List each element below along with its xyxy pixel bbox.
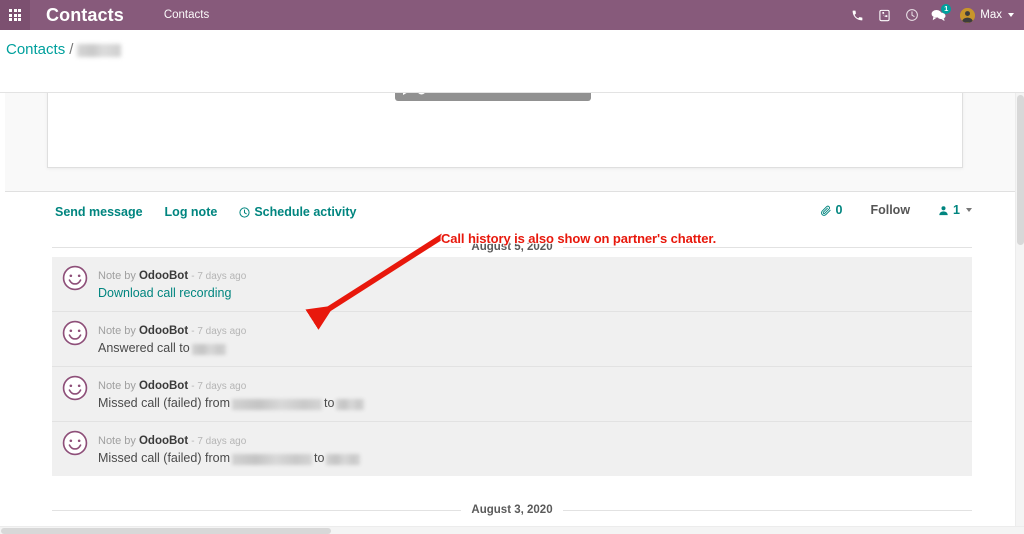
- recording-duration-cell: 0:00:07: [257, 93, 377, 96]
- audio-player[interactable]: -00:00: [395, 93, 591, 101]
- message-text: Download call recording: [98, 285, 246, 302]
- odoobot-avatar-icon: [62, 320, 88, 346]
- message-author: OdooBot: [138, 325, 189, 337]
- message-body: Note by OdooBot - 7 days ago Download ca…: [98, 265, 246, 302]
- chatter-right-actions: 0 Follow 1: [820, 203, 972, 217]
- message-body: Note by OdooBot - 7 days ago Missed call…: [98, 430, 362, 467]
- message-author: OdooBot: [138, 435, 189, 447]
- message-timestamp: - 7 days ago: [191, 381, 247, 392]
- odoobot-avatar-icon: [62, 265, 88, 291]
- play-icon[interactable]: [403, 93, 412, 95]
- chevron-down-icon: [966, 208, 972, 212]
- followers-count: 1: [953, 203, 960, 217]
- breadcrumb-current-record-redacted: [77, 44, 122, 57]
- message-text-mid: to: [313, 451, 325, 465]
- navbar-right-actions: 1 Max: [844, 0, 1024, 30]
- message-text-mid: to: [323, 396, 335, 410]
- messages-icon[interactable]: 1: [925, 0, 952, 30]
- message-item: Note by OdooBot - 7 days ago Download ca…: [52, 257, 972, 312]
- redacted-phone-number-from: [231, 399, 322, 410]
- message-text: Missed call (failed) from to: [98, 395, 366, 412]
- breadcrumb-separator: /: [69, 41, 74, 58]
- horizontal-scrollbar-thumb[interactable]: [1, 528, 331, 534]
- date-separator-label: August 3, 2020: [471, 504, 553, 516]
- message-list-aug5: Note by OdooBot - 7 days ago Download ca…: [52, 257, 972, 476]
- odoo-contacts-form-view: Contacts Contacts 1 Max Contacts / Send …: [0, 0, 1024, 534]
- recording-date-cell: 08/03/2020 20:49:19: [81, 93, 257, 96]
- app-brand-title: Contacts: [46, 4, 124, 25]
- message-body: Note by OdooBot - 7 days ago Missed call…: [98, 375, 366, 412]
- message-text-content: Missed call (failed) from: [98, 451, 230, 465]
- followers-button[interactable]: 1: [938, 203, 972, 217]
- vertical-scrollbar-thumb[interactable]: [1017, 95, 1024, 245]
- date-separator: August 3, 2020: [52, 500, 972, 520]
- message-header: Note by OdooBot - 7 days ago: [98, 435, 246, 447]
- message-prefix: Note by: [98, 325, 136, 337]
- message-prefix: Note by: [98, 380, 136, 392]
- chatter-action-buttons: Send message Log note Schedule activity: [55, 205, 356, 219]
- download-call-recording-link[interactable]: Download call recording: [98, 285, 231, 302]
- schedule-activity-button[interactable]: Schedule activity: [239, 205, 356, 219]
- message-author: OdooBot: [138, 270, 189, 282]
- nav-menu-contacts[interactable]: Contacts: [164, 9, 209, 21]
- user-name-label: Max: [980, 9, 1002, 21]
- message-body: Note by OdooBot - 7 days ago Answered ca…: [98, 320, 246, 357]
- breadcrumb: Contacts /: [6, 41, 122, 58]
- message-header: Note by OdooBot - 7 days ago: [98, 325, 246, 337]
- control-panel: Contacts / Action 2 / 14: [0, 30, 1024, 113]
- chevron-down-icon: [1008, 13, 1014, 17]
- message-timestamp: - 7 days ago: [191, 271, 247, 282]
- audio-progress-knob[interactable]: [417, 93, 426, 95]
- message-author: OdooBot: [138, 380, 189, 392]
- follow-button[interactable]: Follow: [870, 203, 910, 217]
- phone-icon[interactable]: [844, 0, 871, 30]
- clock-icon: [239, 206, 250, 218]
- message-prefix: Note by: [98, 270, 136, 282]
- message-prefix: Note by: [98, 435, 136, 447]
- message-item: Note by OdooBot - 7 days ago Answered ca…: [52, 312, 972, 367]
- log-note-button[interactable]: Log note: [165, 205, 218, 219]
- activity-clock-icon[interactable]: [898, 0, 925, 30]
- message-timestamp: - 7 days ago: [191, 326, 247, 337]
- message-text-content: Answered call to: [98, 341, 190, 355]
- message-header: Note by OdooBot - 7 days ago: [98, 270, 246, 282]
- message-timestamp: - 7 days ago: [191, 436, 247, 447]
- paperclip-icon: [820, 205, 831, 216]
- audio-remaining-time: -00:00: [555, 93, 583, 96]
- redacted-phone-number: [191, 344, 226, 355]
- message-item: Note by OdooBot - 7 days ago Missed call…: [52, 422, 972, 476]
- form-sheet-area: 08/03/2020 20:49:19 0:00:07 -00:00: [0, 93, 1024, 191]
- annotation-text: Call history is also show on partner's c…: [441, 231, 717, 246]
- attachments-button[interactable]: 0: [820, 203, 843, 217]
- horizontal-scrollbar[interactable]: [0, 526, 1024, 534]
- redacted-phone-number-to: [326, 454, 361, 465]
- redacted-phone-number-to: [336, 399, 365, 410]
- message-header: Note by OdooBot - 7 days ago: [98, 380, 246, 392]
- redacted-phone-number-from: [231, 454, 312, 465]
- message-text: Missed call (failed) from to: [98, 450, 362, 467]
- form-sheet-card: 08/03/2020 20:49:19 0:00:07 -00:00: [47, 93, 963, 168]
- avatar: [960, 7, 976, 23]
- odoobot-avatar-icon: [62, 375, 88, 401]
- message-text-content: Missed call (failed) from: [98, 396, 230, 410]
- voicemail-icon[interactable]: [871, 0, 898, 30]
- breadcrumb-item-contacts[interactable]: Contacts: [6, 41, 65, 58]
- messages-count-badge: 1: [941, 4, 952, 14]
- user-icon: [939, 205, 948, 215]
- vertical-scrollbar[interactable]: [1015, 93, 1024, 526]
- attachment-count: 0: [835, 203, 843, 217]
- message-item: Note by OdooBot - 7 days ago Missed call…: [52, 367, 972, 422]
- message-text: Answered call to: [98, 340, 246, 357]
- odoobot-avatar-icon: [62, 430, 88, 456]
- left-gutter: [0, 93, 5, 526]
- apps-grid-icon: [8, 8, 22, 22]
- top-navbar: Contacts Contacts 1 Max: [0, 0, 1024, 30]
- apps-menu-button[interactable]: [0, 0, 30, 30]
- send-message-button[interactable]: Send message: [55, 205, 143, 219]
- user-menu[interactable]: Max: [960, 7, 1014, 23]
- schedule-activity-label: Schedule activity: [254, 205, 357, 219]
